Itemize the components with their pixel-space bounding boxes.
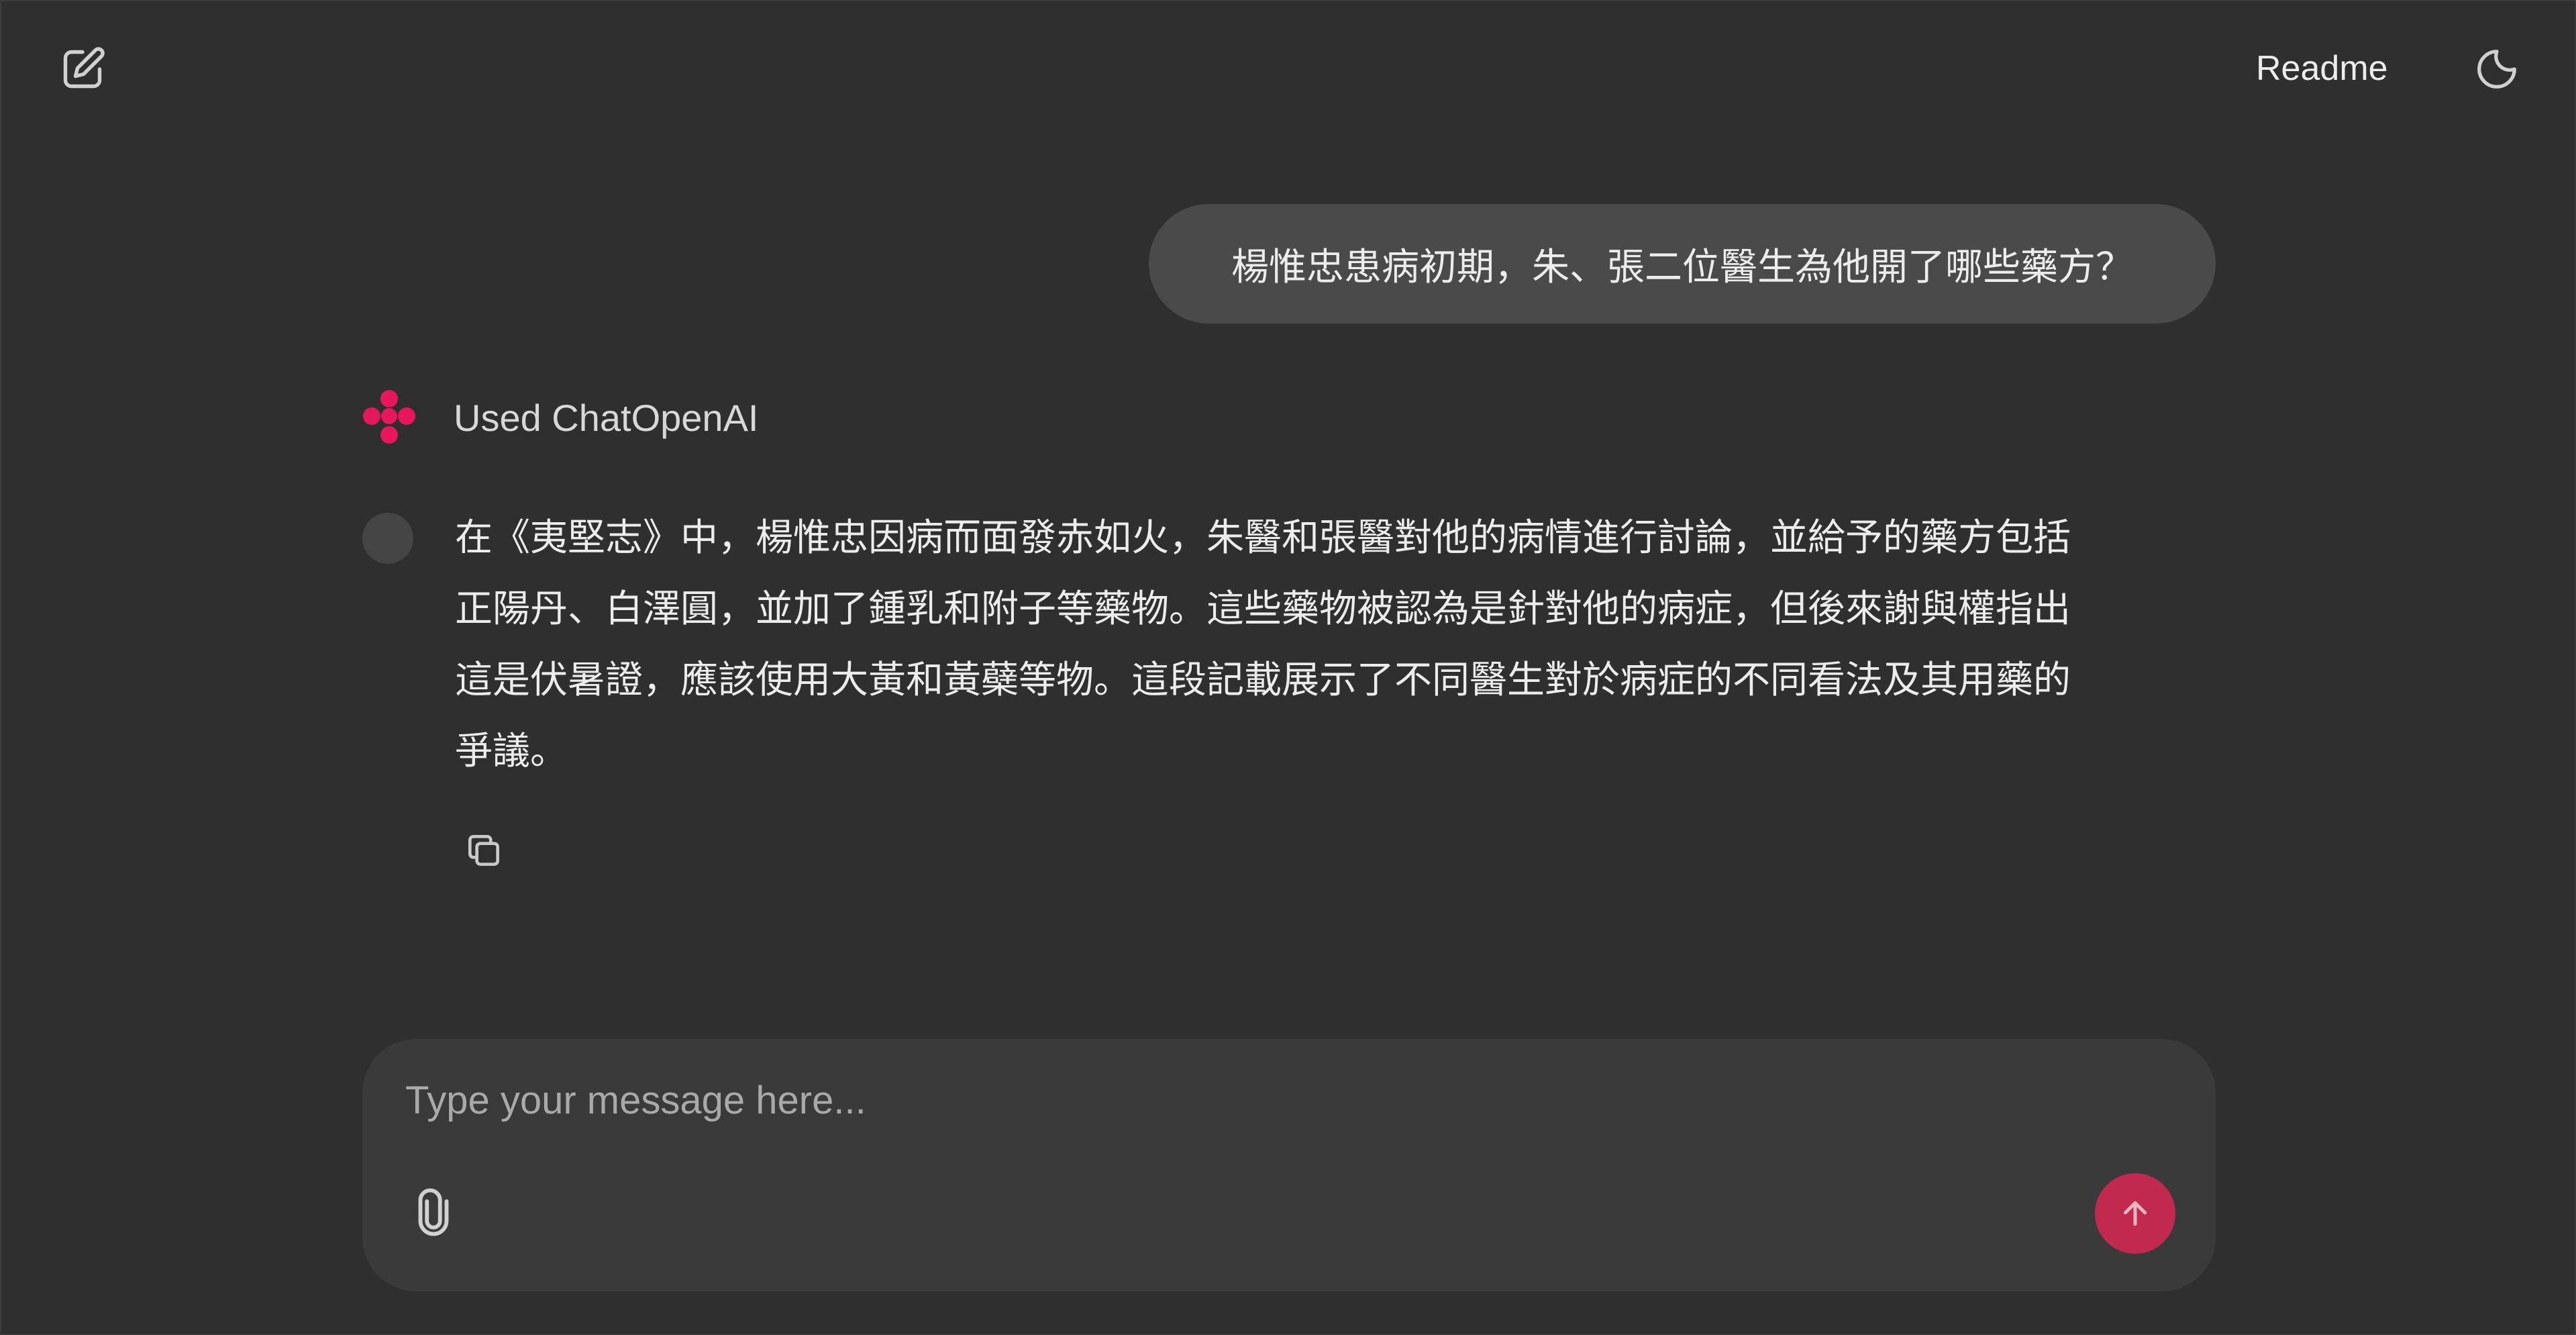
paperclip-icon <box>418 1188 449 1236</box>
tool-usage-row[interactable]: Used ChatOpenAI <box>362 384 758 451</box>
moon-icon <box>2477 50 2516 89</box>
readme-link[interactable]: Readme <box>2256 43 2388 94</box>
assistant-message: 在《夷堅志》中，楊惟忠因病而面發赤如火，朱醫和張醫對他的病情進行討論，並給予的藥… <box>455 502 2196 787</box>
assistant-message-line: 正陽丹、白澤圓，並加了鍾乳和附子等藥物。這些藥物被認為是針對他的病症，但後來謝與… <box>455 587 2071 630</box>
assistant-message-line: 爭議。 <box>455 730 568 772</box>
message-composer <box>362 1039 2216 1291</box>
assistant-message-line: 這是伏暑證，應該使用大黃和黃蘗等物。這段記載展示了不同醫生對於病症的不同看法及其… <box>455 658 2071 701</box>
theme-toggle-button[interactable] <box>2468 40 2526 98</box>
arrow-up-icon <box>2123 1201 2147 1226</box>
message-input[interactable] <box>404 1066 2151 1134</box>
send-button[interactable] <box>2095 1173 2175 1254</box>
new-chat-button[interactable] <box>54 40 111 98</box>
assistant-avatar <box>362 513 413 564</box>
copy-button[interactable] <box>458 824 510 877</box>
chat-window: Readme 楊惟忠患病初期，朱、張二位醫生為他開了哪些藥方？ Used Cha… <box>0 0 2576 1335</box>
user-message-bubble: 楊惟忠患病初期，朱、張二位醫生為他開了哪些藥方？ <box>1149 204 2216 324</box>
copy-icon <box>468 835 499 866</box>
attach-button[interactable] <box>400 1179 467 1246</box>
assistant-message-line: 在《夷堅志》中，楊惟忠因病而面發赤如火，朱醫和張醫對他的病情進行討論，並給予的藥… <box>455 516 2071 558</box>
user-message-text: 楊惟忠患病初期，朱、張二位醫生為他開了哪些藥方？ <box>1231 245 2133 288</box>
langchain-logo-icon <box>363 390 415 444</box>
edit-icon <box>63 47 105 89</box>
tool-usage-label: Used ChatOpenAI <box>454 396 759 439</box>
